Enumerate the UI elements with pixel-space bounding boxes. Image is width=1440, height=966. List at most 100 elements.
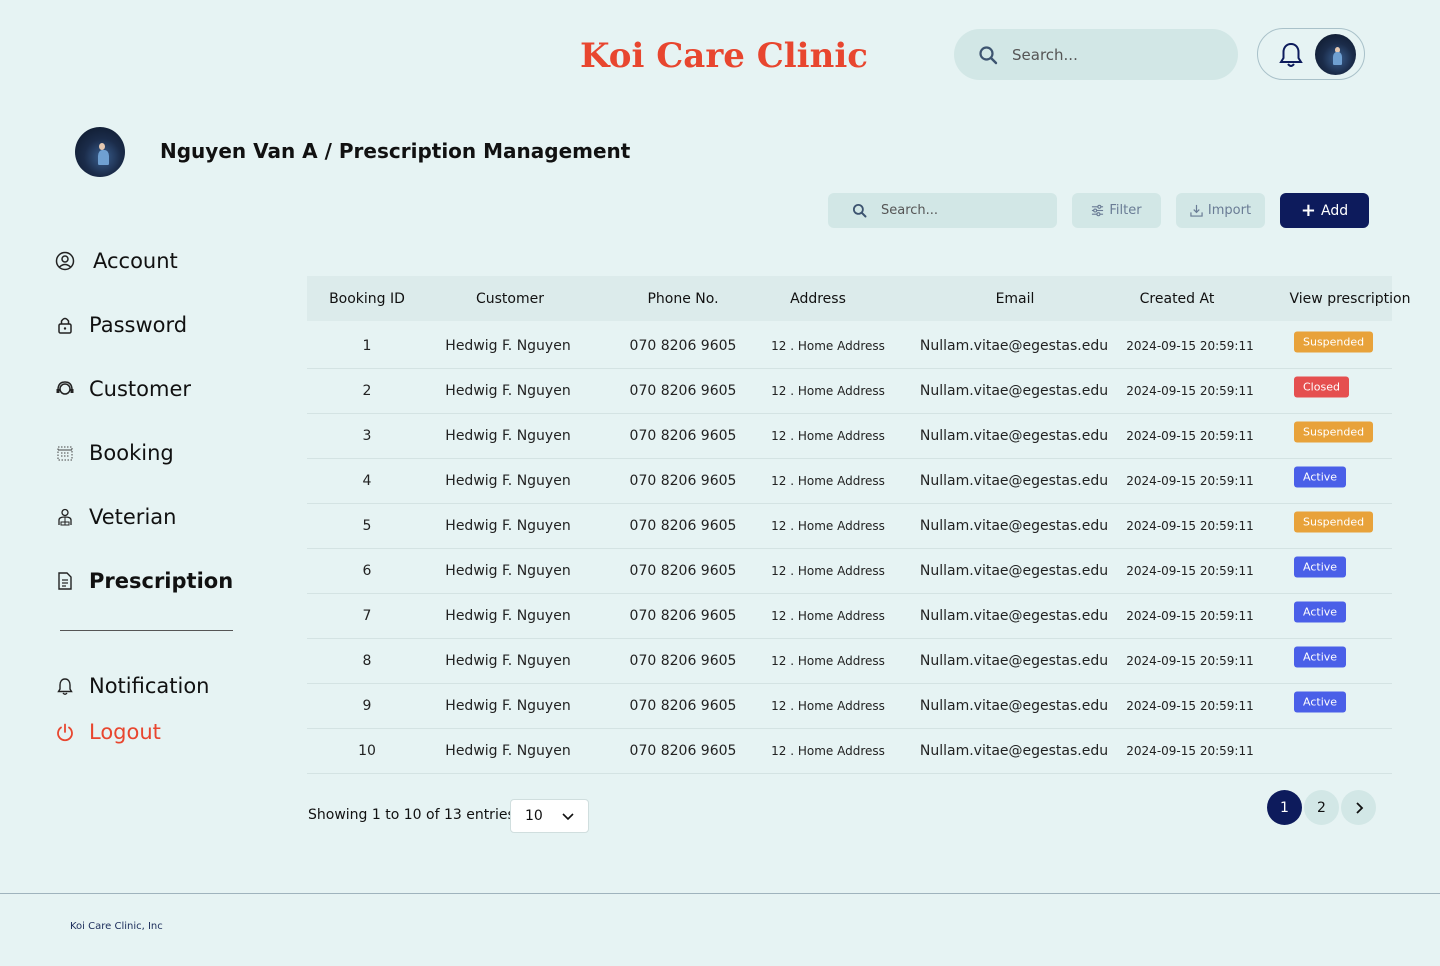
table-cell-created: 2024-09-15 20:59:11 <box>1126 699 1254 713</box>
table-cell-id: 7 <box>362 608 372 624</box>
status-badge[interactable]: Suspended <box>1294 331 1374 353</box>
filter-label: Filter <box>1109 203 1142 218</box>
page-title: Nguyen Van A / Prescription Management <box>160 139 631 163</box>
footer-divider <box>0 893 1440 894</box>
column-header[interactable]: Email <box>996 291 1035 307</box>
table-cell-phone: 070 8206 9605 <box>629 338 737 354</box>
sidebar-item-label: Veterian <box>89 505 177 529</box>
status-badge[interactable]: Closed <box>1294 376 1349 398</box>
page-size-select[interactable]: 10 <box>510 799 589 833</box>
table-cell-address: 12 . Home Address <box>771 519 885 533</box>
table-cell-id: 1 <box>362 338 372 354</box>
sidebar-item-label: Logout <box>89 720 161 744</box>
add-button[interactable]: + Add <box>1280 193 1369 228</box>
sidebar-item-logout[interactable]: Logout <box>55 720 161 744</box>
status-badge[interactable]: Active <box>1294 691 1347 713</box>
table-cell-phone: 070 8206 9605 <box>629 743 737 759</box>
search-icon <box>852 203 867 218</box>
table-cell-email: Nullam.vitae@egestas.edu <box>919 563 1109 579</box>
table-cell-address: 12 . Home Address <box>771 429 885 443</box>
table-cell-email: Nullam.vitae@egestas.edu <box>919 698 1109 714</box>
import-button[interactable]: Import <box>1176 193 1265 228</box>
sidebar-item-booking[interactable]: Booking <box>55 441 174 465</box>
sidebar-item-label: Account <box>93 249 178 273</box>
table-cell-email: Nullam.vitae@egestas.edu <box>919 743 1109 759</box>
table-cell-address: 12 . Home Address <box>771 699 885 713</box>
user-menu[interactable] <box>1257 28 1365 80</box>
row-divider <box>307 638 1392 639</box>
page-button[interactable]: 1 <box>1267 790 1302 825</box>
row-divider <box>307 458 1392 459</box>
table-cell-email: Nullam.vitae@egestas.edu <box>919 653 1109 669</box>
status-badge[interactable]: Suspended <box>1294 511 1374 533</box>
row-divider <box>307 548 1392 549</box>
sidebar-item-prescription[interactable]: Prescription <box>55 569 233 593</box>
table-cell-id: 3 <box>362 428 372 444</box>
table-cell-customer: Hedwig F. Nguyen <box>445 563 571 579</box>
status-badge[interactable]: Suspended <box>1294 421 1374 443</box>
sidebar-item-label: Prescription <box>89 569 234 593</box>
search-icon <box>979 45 998 64</box>
row-divider <box>307 593 1392 594</box>
sidebar-item-account[interactable]: Account <box>55 249 178 273</box>
table-cell-created: 2024-09-15 20:59:11 <box>1126 564 1254 578</box>
table-cell-created: 2024-09-15 20:59:11 <box>1126 654 1254 668</box>
status-badge[interactable]: Active <box>1294 601 1347 623</box>
chevron-down-icon <box>562 813 574 821</box>
table-cell-id: 10 <box>358 743 376 759</box>
avatar[interactable] <box>1315 34 1356 75</box>
sidebar-item-label: Password <box>89 313 188 337</box>
table-cell-email: Nullam.vitae@egestas.edu <box>919 608 1109 624</box>
header-search-placeholder: Search... <box>1012 45 1078 64</box>
column-header[interactable]: Address <box>790 291 846 307</box>
status-badge[interactable]: Active <box>1294 556 1347 578</box>
status-badge[interactable]: Active <box>1294 466 1347 488</box>
column-header[interactable]: Booking ID <box>329 291 405 307</box>
headset-icon <box>56 381 74 395</box>
next-page-button[interactable] <box>1341 790 1376 825</box>
page-button[interactable]: 2 <box>1304 790 1339 825</box>
table-cell-email: Nullam.vitae@egestas.edu <box>919 383 1109 399</box>
table-cell-phone: 070 8206 9605 <box>629 653 737 669</box>
plus-icon: + <box>1300 200 1316 221</box>
table-cell-email: Nullam.vitae@egestas.edu <box>919 518 1109 534</box>
column-header[interactable]: Customer <box>476 291 544 307</box>
column-header[interactable]: Created At <box>1140 291 1215 307</box>
table-cell-phone: 070 8206 9605 <box>629 518 737 534</box>
table-cell-created: 2024-09-15 20:59:11 <box>1126 429 1254 443</box>
table-cell-id: 2 <box>362 383 372 399</box>
table-cell-created: 2024-09-15 20:59:11 <box>1126 384 1254 398</box>
filter-button[interactable]: Filter <box>1072 193 1161 228</box>
column-header[interactable]: Phone No. <box>647 291 718 307</box>
table-search-input[interactable]: Search... <box>828 193 1057 228</box>
table-cell-created: 2024-09-15 20:59:11 <box>1126 474 1254 488</box>
bell-icon[interactable] <box>1278 41 1304 69</box>
table-cell-id: 4 <box>362 473 372 489</box>
table-cell-phone: 070 8206 9605 <box>629 473 737 489</box>
copyright: Koi Care Clinic, Inc <box>70 921 163 932</box>
status-badge[interactable]: Active <box>1294 646 1347 668</box>
table-cell-customer: Hedwig F. Nguyen <box>445 653 571 669</box>
column-header[interactable]: View prescription <box>1290 291 1411 307</box>
sidebar-item-password[interactable]: Password <box>55 313 187 337</box>
sidebar-item-notification[interactable]: Notification <box>55 674 210 698</box>
power-icon <box>57 723 73 742</box>
table-cell-customer: Hedwig F. Nguyen <box>445 338 571 354</box>
sidebar-item-veterian[interactable]: Veterian <box>55 505 176 529</box>
table-cell-address: 12 . Home Address <box>771 384 885 398</box>
table-cell-customer: Hedwig F. Nguyen <box>445 518 571 534</box>
table-cell-created: 2024-09-15 20:59:11 <box>1126 519 1254 533</box>
header-search-input[interactable]: Search... <box>954 29 1238 80</box>
table-cell-email: Nullam.vitae@egestas.edu <box>919 338 1109 354</box>
table-cell-customer: Hedwig F. Nguyen <box>445 698 571 714</box>
table-cell-id: 6 <box>362 563 372 579</box>
sidebar-item-customer[interactable]: Customer <box>55 377 191 401</box>
table-cell-address: 12 . Home Address <box>771 474 885 488</box>
sidebar-divider <box>60 630 233 631</box>
row-divider <box>307 683 1392 684</box>
entries-info: Showing 1 to 10 of 13 entries <box>308 807 515 823</box>
row-divider <box>307 413 1392 414</box>
row-divider <box>307 368 1392 369</box>
table-cell-created: 2024-09-15 20:59:11 <box>1126 339 1254 353</box>
bell-icon <box>57 678 73 695</box>
